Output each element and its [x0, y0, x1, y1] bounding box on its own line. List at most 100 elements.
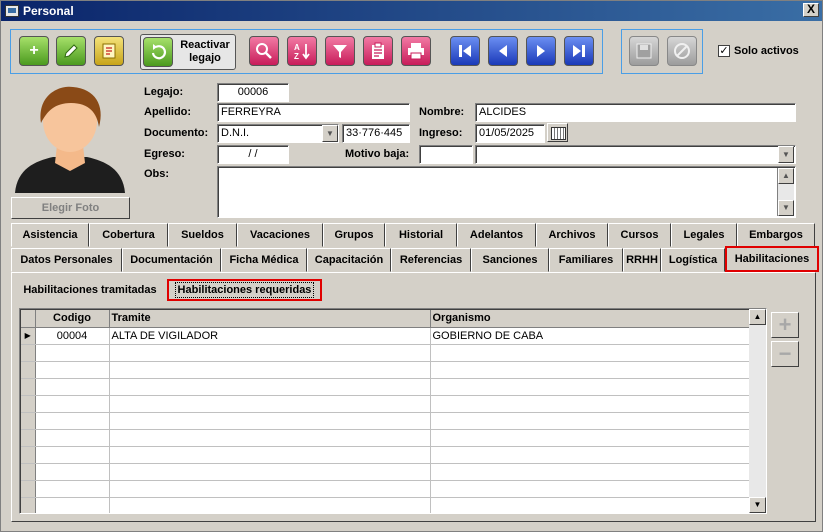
- prev-record-icon: [499, 45, 507, 57]
- svg-text:Z: Z: [294, 52, 299, 61]
- ingreso-field[interactable]: 01/05/2025: [475, 124, 545, 143]
- tab-habilitaciones-requeridas[interactable]: Habilitaciones requeridas: [167, 279, 322, 301]
- tab-adelantos[interactable]: Adelantos: [457, 223, 536, 247]
- table-row[interactable]: [21, 344, 752, 362]
- printer-icon: [408, 43, 424, 60]
- documento-tipo-select[interactable]: D.N.I.: [217, 124, 339, 143]
- grid-scrollbar[interactable]: ▲ ▼: [749, 309, 766, 513]
- first-record-button[interactable]: [450, 36, 480, 66]
- tab-habilitaciones[interactable]: Habilitaciones: [725, 246, 819, 272]
- tab-sanciones[interactable]: Sanciones: [471, 248, 549, 272]
- tabs-row-1: Asistencia Cobertura Sueldos Vacaciones …: [11, 223, 815, 247]
- ingreso-label: Ingreso:: [419, 127, 463, 139]
- cell-tramite: ALTA DE VIGILADOR: [109, 327, 431, 345]
- nombre-field[interactable]: ALCIDES: [475, 103, 796, 122]
- next-record-button[interactable]: [526, 36, 556, 66]
- tab-grupos[interactable]: Grupos: [323, 223, 385, 247]
- obs-scrollbar[interactable]: ▲ ▼: [777, 168, 794, 216]
- cancel-button[interactable]: [667, 36, 697, 66]
- column-header-organismo[interactable]: Organismo: [430, 310, 752, 328]
- plus-icon: +: [778, 312, 792, 337]
- table-row[interactable]: [21, 361, 752, 379]
- tab-habilitaciones-tramitadas[interactable]: Habilitaciones tramitadas: [15, 279, 165, 301]
- sort-button[interactable]: AZ: [287, 36, 317, 66]
- first-record-icon: [459, 45, 471, 57]
- prev-record-button[interactable]: [488, 36, 518, 66]
- scroll-up-icon[interactable]: ▲: [749, 309, 766, 325]
- tab-documentacion[interactable]: Documentación: [122, 248, 221, 272]
- tab-cursos[interactable]: Cursos: [608, 223, 671, 247]
- magnifier-icon: [256, 43, 272, 59]
- table-header-row: Codigo Tramite Organismo: [21, 310, 752, 328]
- report-button[interactable]: [363, 36, 393, 66]
- table-row[interactable]: [21, 412, 752, 430]
- tab-vacaciones[interactable]: Vacaciones: [237, 223, 323, 247]
- minus-icon: −: [778, 341, 792, 366]
- remove-row-button[interactable]: −: [771, 341, 799, 367]
- table-row[interactable]: [21, 463, 752, 481]
- last-record-button[interactable]: [564, 36, 594, 66]
- solo-activos-label: Solo activos: [734, 45, 799, 57]
- column-header-tramite[interactable]: Tramite: [109, 310, 431, 328]
- scroll-down-icon[interactable]: ▼: [778, 200, 794, 216]
- filter-button[interactable]: [325, 36, 355, 66]
- tab-embargos[interactable]: Embargos: [737, 223, 815, 247]
- table-row[interactable]: [21, 480, 752, 498]
- motivo-baja-select[interactable]: [475, 145, 796, 164]
- tab-ficha-medica[interactable]: Ficha Médica: [221, 248, 307, 272]
- tab-legales[interactable]: Legales: [671, 223, 737, 247]
- pencil-icon: [64, 44, 78, 58]
- table-row[interactable]: [21, 497, 752, 513]
- chevron-down-icon[interactable]: ▼: [322, 125, 338, 142]
- table-row[interactable]: [21, 446, 752, 464]
- scroll-down-icon[interactable]: ▼: [749, 497, 766, 513]
- column-header-codigo[interactable]: Codigo: [35, 310, 110, 328]
- tab-sueldos[interactable]: Sueldos: [168, 223, 237, 247]
- tab-historial[interactable]: Historial: [385, 223, 457, 247]
- tab-referencias[interactable]: Referencias: [391, 248, 471, 272]
- table-row[interactable]: ▶ 00004 ALTA DE VIGILADOR GOBIERNO DE CA…: [21, 327, 752, 345]
- chevron-down-icon[interactable]: ▼: [778, 146, 794, 163]
- note-icon: [102, 43, 116, 59]
- tab-logistica[interactable]: Logística: [661, 248, 725, 272]
- apellido-field[interactable]: FERREYRA: [217, 103, 410, 122]
- elegir-foto-button[interactable]: Elegir Foto: [11, 197, 130, 219]
- tab-archivos[interactable]: Archivos: [536, 223, 608, 247]
- documento-numero-field[interactable]: 33·776·445: [342, 124, 410, 143]
- row-indicator-header: [21, 310, 36, 328]
- print-button[interactable]: [401, 36, 431, 66]
- add-row-button[interactable]: +: [771, 312, 799, 338]
- documento-label: Documento:: [144, 127, 209, 139]
- tab-asistencia[interactable]: Asistencia: [11, 223, 89, 247]
- table-row[interactable]: [21, 395, 752, 413]
- edit-button[interactable]: [56, 36, 86, 66]
- add-button[interactable]: +: [19, 36, 49, 66]
- clipboard-icon: [372, 42, 384, 59]
- tab-cobertura[interactable]: Cobertura: [89, 223, 168, 247]
- motivo-baja-label: Motivo baja:: [345, 148, 410, 160]
- scroll-up-icon[interactable]: ▲: [778, 168, 794, 184]
- save-icon: [636, 43, 652, 59]
- calendar-icon[interactable]: [547, 123, 568, 142]
- tab-familiares[interactable]: Familiares: [549, 248, 623, 272]
- note-button[interactable]: [94, 36, 124, 66]
- table-row[interactable]: [21, 378, 752, 396]
- search-button[interactable]: [249, 36, 279, 66]
- reactivar-legajo-button[interactable]: Reactivar legajo: [140, 34, 236, 70]
- save-button[interactable]: [629, 36, 659, 66]
- tab-capacitacion[interactable]: Capacitación: [307, 248, 391, 272]
- close-button[interactable]: X: [803, 3, 819, 17]
- funnel-icon: [333, 45, 347, 58]
- table-row[interactable]: [21, 429, 752, 447]
- solo-activos-checkbox[interactable]: ✓: [718, 45, 730, 57]
- obs-textarea[interactable]: [217, 166, 796, 218]
- tab-rrhh[interactable]: RRHH: [623, 248, 661, 272]
- motivo-baja-code-field[interactable]: [419, 145, 473, 164]
- tab-datos-personales[interactable]: Datos Personales: [11, 248, 122, 272]
- legajo-field[interactable]: 00006: [217, 83, 289, 102]
- habilitaciones-grid[interactable]: Codigo Tramite Organismo ▶ 00004 ALTA DE…: [19, 308, 767, 514]
- personal-window: Personal X + Reactivar legajo AZ ✓ Solo …: [0, 0, 823, 532]
- next-record-icon: [537, 45, 545, 57]
- egreso-field[interactable]: / /: [217, 145, 289, 164]
- app-icon: [5, 5, 19, 17]
